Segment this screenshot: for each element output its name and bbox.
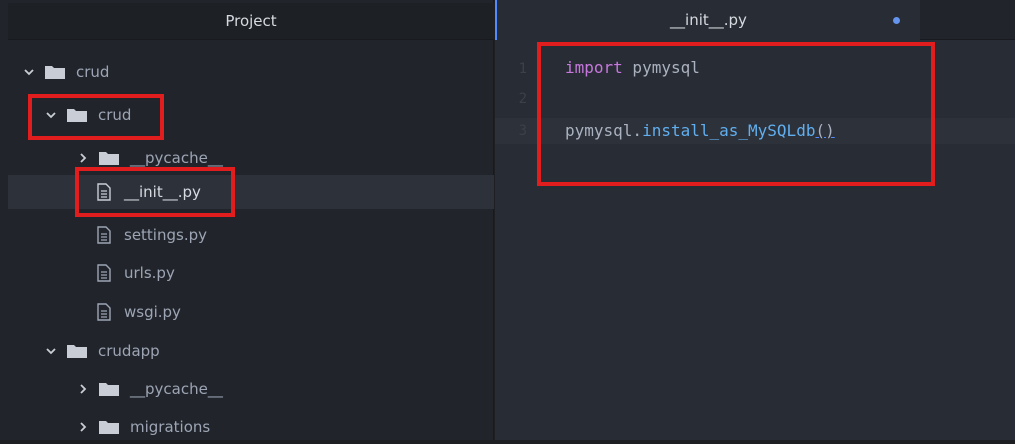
chevron-down-icon[interactable] bbox=[44, 344, 58, 358]
editor-window: Project crud crud __pycache__ __init__.p… bbox=[0, 0, 1015, 440]
line-number: 2 bbox=[518, 91, 527, 107]
tree-item-wsgi-py[interactable]: wsgi.py bbox=[8, 295, 494, 329]
tab-label: __init__.py bbox=[670, 11, 747, 29]
folder-icon bbox=[44, 64, 66, 80]
modified-dot-icon bbox=[893, 17, 900, 24]
tree-item-label: migrations bbox=[130, 418, 211, 436]
tree-item-label: settings.py bbox=[124, 226, 207, 244]
line-number: 1 bbox=[518, 61, 527, 77]
line-number: 3 bbox=[518, 123, 527, 139]
folder-icon bbox=[98, 150, 120, 166]
file-text-icon bbox=[96, 264, 112, 282]
tree-item-settings-py[interactable]: settings.py bbox=[8, 218, 494, 252]
folder-icon bbox=[98, 381, 120, 397]
tree-item-urls-py[interactable]: urls.py bbox=[8, 256, 494, 290]
file-text-icon bbox=[96, 226, 112, 244]
chevron-right-icon[interactable] bbox=[76, 382, 90, 396]
tree-item-crudapp[interactable]: crudapp bbox=[8, 334, 494, 368]
tree-item-label: crud bbox=[76, 63, 110, 81]
project-panel: Project crud crud __pycache__ __init__.p… bbox=[0, 0, 494, 440]
highlight-box-crud-folder bbox=[28, 94, 164, 140]
chevron-right-icon[interactable] bbox=[76, 420, 90, 434]
tab-bar: __init__.py bbox=[495, 0, 1015, 40]
highlight-box-init-file bbox=[75, 167, 235, 217]
tab-init-py[interactable]: __init__.py bbox=[495, 0, 920, 40]
tree-item-crud-root[interactable]: crud bbox=[8, 55, 494, 89]
tree-item-label: wsgi.py bbox=[124, 303, 181, 321]
tree-item-crudapp-pycache[interactable]: __pycache__ bbox=[8, 372, 494, 406]
tree-item-label: __pycache__ bbox=[130, 380, 223, 398]
tree-item-label: __pycache__ bbox=[130, 149, 223, 167]
folder-icon bbox=[98, 419, 120, 435]
project-panel-title: Project bbox=[8, 3, 494, 40]
chevron-right-icon[interactable] bbox=[76, 151, 90, 165]
highlight-box-code bbox=[537, 42, 935, 186]
tree-item-migrations[interactable]: migrations bbox=[8, 410, 494, 444]
tree-item-label: urls.py bbox=[124, 264, 175, 282]
tree-item-label: crudapp bbox=[98, 342, 160, 360]
file-text-icon bbox=[96, 303, 112, 321]
chevron-down-icon[interactable] bbox=[22, 65, 36, 79]
folder-icon bbox=[66, 343, 88, 359]
